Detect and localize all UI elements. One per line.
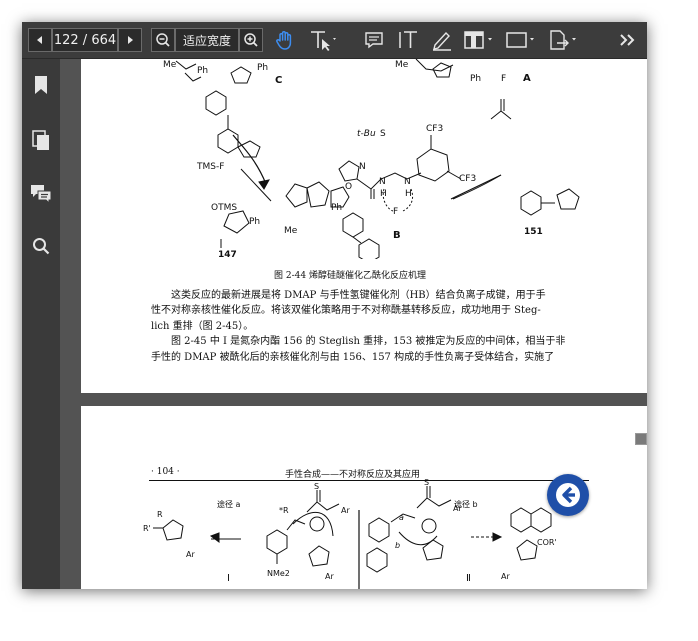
label-ar5: Ar: [501, 572, 510, 581]
page-current: 122: [53, 32, 79, 48]
route-a-label: 途径 a: [217, 500, 241, 509]
label-o: O: [345, 182, 353, 192]
page-thumbnails-button[interactable]: [29, 129, 53, 153]
pages-icon: [32, 130, 49, 150]
double-chevron-right-icon: [620, 34, 635, 46]
label-f-anion: F: [393, 207, 399, 217]
prev-page-button[interactable]: [28, 28, 52, 52]
compound-147: 147: [218, 250, 237, 260]
hand-tool-button[interactable]: [272, 27, 298, 53]
page-number-field[interactable]: 122 / 664: [52, 28, 118, 52]
label-cf3a: CF3: [426, 124, 444, 134]
comments-panel-icon: [31, 185, 52, 203]
label-ar4: Ar: [453, 504, 462, 513]
label-a: A: [523, 73, 531, 84]
zoom-out-icon: [156, 33, 170, 47]
toolbar: 122 / 664 适应宽度: [22, 22, 647, 59]
label-n1: N: [379, 177, 386, 187]
zoom-in-icon: [244, 33, 258, 47]
next-page-button[interactable]: [118, 28, 142, 52]
search-icon: [33, 238, 50, 255]
rectangle-button[interactable]: [504, 27, 538, 53]
reaction-scheme-2-44: [175, 59, 580, 259]
label-n2: N: [404, 177, 411, 187]
bookmarks-button[interactable]: [29, 73, 53, 97]
label-r1: R': [143, 524, 151, 533]
label-h1: H: [380, 189, 387, 199]
label-ar2: Ar: [341, 506, 350, 515]
label-r3: R: [157, 510, 163, 519]
label-h2: H: [405, 189, 412, 199]
label-cf3b: CF3: [459, 174, 477, 184]
label-s1: S: [314, 482, 320, 491]
label-ph-left: Ph: [249, 217, 261, 227]
more-tools-button[interactable]: [616, 27, 640, 53]
paragraph-1-line-3: lich 重排（图 2-45）。: [151, 321, 254, 332]
zoom-in-button[interactable]: [239, 28, 263, 52]
chevron-left-icon: [37, 36, 42, 44]
export-button[interactable]: [546, 27, 580, 53]
text-tool-icon: [399, 31, 417, 48]
pdf-page-121: Me Ph Ph C Me Ph F A TMS-F OTMS Ph 147 t…: [81, 59, 647, 393]
pen-button[interactable]: [429, 27, 455, 53]
zoom-mode-label: 适应宽度: [182, 33, 231, 48]
figure-caption-2-44: 图 2-44 烯醇硅醚催化乙酰化反应机理: [274, 271, 426, 281]
zoom-out-button[interactable]: [151, 28, 175, 52]
label-me-mid: Me: [284, 226, 298, 236]
label-otms: OTMS: [211, 203, 238, 213]
label-me1: Me: [163, 60, 177, 70]
chevron-right-icon: [128, 36, 133, 44]
export-icon: [550, 30, 576, 50]
text-select-button[interactable]: [308, 27, 338, 53]
label-path-a: a: [399, 513, 404, 522]
comment-button[interactable]: [361, 27, 387, 53]
text-tool-button[interactable]: [396, 27, 422, 53]
label-ar1: Ar: [186, 550, 195, 559]
compound-151: 151: [524, 227, 543, 237]
text-select-icon: [311, 31, 336, 51]
pdf-page-122: · 104 · 手性合成——不对称反应及其应用 途径 a 途径 b Ⅰ Ⅱ NM…: [81, 406, 647, 589]
paragraph-1-line-1: 这类反应的最新进展是将 DMAP 与手性氢键催化剂（HB）结合负离子成键，用于手: [171, 290, 546, 301]
rectangle-icon: [506, 32, 534, 48]
label-s2: S: [424, 478, 430, 487]
roman-numeral-1: Ⅰ: [227, 573, 230, 584]
search-button[interactable]: [29, 234, 53, 258]
label-n3: N: [359, 162, 366, 172]
color-fill-icon: [464, 31, 492, 49]
label-ar3: Ar: [325, 572, 334, 581]
label-f: F: [501, 74, 507, 84]
page-total: 664: [91, 32, 117, 48]
color-fill-button[interactable]: [462, 27, 496, 53]
label-me2: Me: [395, 60, 409, 70]
scrollbar-thumb[interactable]: [635, 433, 647, 445]
hand-tool-icon: [276, 31, 292, 50]
label-c: C: [275, 75, 283, 86]
bookmark-icon: [35, 76, 47, 94]
paragraph-2-line-2: 手性的 DMAP 被酰化后的亲核催化剂与由 156、157 构成的手性负离子受体…: [151, 352, 555, 363]
label-nme2: NMe2: [267, 569, 290, 578]
reaction-scheme-2-45: [153, 486, 552, 589]
roman-numeral-2: Ⅱ: [466, 573, 471, 584]
label-r2: *R: [279, 506, 289, 515]
document-viewer[interactable]: Me Ph Ph C Me Ph F A TMS-F OTMS Ph 147 t…: [60, 59, 647, 589]
label-tms-f: TMS-F: [197, 162, 225, 172]
pen-icon: [433, 31, 451, 51]
paragraph-1-line-2: 性不对称亲核性催化反应。将该双催化策略用于不对称酰基转移反应，成功地用于 Ste…: [151, 305, 541, 316]
comments-panel-button[interactable]: [29, 181, 53, 205]
zoom-mode-select[interactable]: 适应宽度: [175, 28, 239, 52]
left-sidebar: [22, 59, 60, 589]
label-ph-mid: Ph: [331, 203, 343, 213]
label-cor: COR': [537, 538, 557, 547]
label-s: S: [380, 129, 386, 139]
page-separator: /: [78, 32, 92, 48]
label-tbu: t-Bu: [357, 129, 376, 139]
label-ph2: Ph: [257, 63, 269, 73]
pdf-reader-window: 122 / 664 适应宽度 Me Ph Ph C Me Ph F A TMS-…: [22, 22, 647, 589]
label-b: B: [393, 230, 401, 241]
label-path-b: b: [395, 541, 401, 550]
label-ph1: Ph: [197, 66, 209, 76]
comment-icon: [365, 32, 383, 49]
label-ph3: Ph: [470, 74, 482, 84]
paragraph-2-line-1: 图 2-45 中 Ⅰ 是氮杂内酯 156 的 Steglish 重排，153 被…: [171, 336, 566, 347]
